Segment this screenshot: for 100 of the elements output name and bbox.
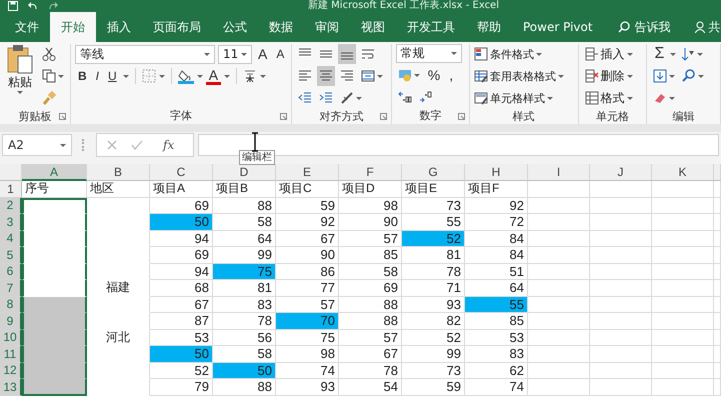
save-icon[interactable] — [8, 1, 18, 11]
caret-icon[interactable] — [558, 74, 564, 78]
paste-button[interactable]: 粘贴 — [4, 44, 36, 108]
conditional-format-button[interactable]: 条件格式 — [474, 44, 564, 64]
table-cell — [652, 230, 714, 247]
caret-icon[interactable] — [450, 52, 457, 55]
italic-button[interactable]: I — [92, 66, 102, 86]
format-cells-button[interactable]: 格式 — [582, 88, 634, 108]
comma-button[interactable]: , — [446, 65, 456, 85]
percent-button[interactable]: % — [424, 65, 444, 85]
caret-icon[interactable] — [626, 96, 632, 100]
row-header[interactable]: 3 — [0, 214, 22, 230]
row-header[interactable]: 2 — [0, 198, 22, 214]
row-header[interactable]: 5 — [0, 247, 22, 264]
caret-icon[interactable] — [697, 52, 704, 56]
insert-function-button[interactable]: fx — [157, 137, 180, 153]
name-box[interactable]: A2 — [2, 134, 72, 156]
caret-icon[interactable] — [356, 96, 362, 100]
row-header[interactable]: 4 — [0, 230, 22, 247]
delete-cells-button[interactable]: 删除 — [582, 66, 634, 86]
align-bottom-button[interactable] — [338, 44, 356, 64]
tell-me-field[interactable]: 告诉我 — [634, 20, 695, 34]
caret-icon[interactable] — [698, 74, 704, 78]
row-header[interactable]: 12 — [0, 362, 22, 379]
caret-icon[interactable] — [669, 96, 676, 100]
share-button[interactable]: 共 — [694, 12, 721, 42]
ribbon-tab[interactable]: 插入 — [96, 12, 142, 42]
caret-icon[interactable] — [260, 74, 266, 78]
ribbon-tab[interactable]: 数据 — [258, 12, 304, 42]
row-header[interactable]: 6 — [0, 264, 22, 280]
ribbon-tab[interactable]: 文件 — [4, 12, 50, 42]
phonetic-guide-icon[interactable] — [243, 69, 258, 83]
ribbon-tab[interactable]: 开发工具 — [396, 12, 466, 42]
font-size-field[interactable]: 11 — [218, 44, 252, 64]
fill-bucket-icon[interactable] — [178, 68, 194, 84]
underline-button[interactable]: U — [105, 66, 120, 86]
redo-icon[interactable] — [48, 1, 58, 11]
row-header[interactable]: 13 — [0, 379, 22, 396]
column-header[interactable]: D — [213, 164, 276, 181]
align-center-button[interactable] — [317, 66, 336, 86]
row-header[interactable]: 8 — [0, 296, 22, 313]
search-icon[interactable] — [618, 21, 630, 33]
ribbon-tab[interactable]: 帮助 — [466, 12, 512, 42]
table-format-button[interactable]: 套用表格格式 — [474, 66, 564, 86]
insert-cells-button[interactable]: 插入 — [582, 44, 634, 64]
column-header[interactable]: K — [652, 164, 714, 181]
undo-icon[interactable] — [28, 1, 38, 11]
font-color-button[interactable]: A — [206, 67, 222, 85]
caret-icon[interactable] — [122, 74, 129, 78]
ribbon-tab[interactable]: 公式 — [212, 12, 258, 42]
column-header[interactable]: I — [528, 164, 590, 181]
row-header[interactable]: 11 — [0, 346, 22, 362]
ribbon-tab[interactable]: 页面布局 — [142, 12, 212, 42]
dialog-launcher-icon[interactable] — [380, 113, 387, 120]
caret-icon[interactable] — [669, 74, 676, 78]
row-header[interactable]: 7 — [0, 280, 22, 296]
autosum-button[interactable]: Σ — [651, 44, 668, 64]
column-header[interactable]: F — [339, 164, 402, 181]
ribbon-tab[interactable]: 开始 — [50, 12, 96, 42]
column-header[interactable]: B — [87, 164, 150, 181]
cell-style-button[interactable]: 单元格样式 — [474, 88, 564, 108]
shrink-font-button[interactable]: A — [273, 44, 288, 64]
dialog-launcher-icon[interactable] — [458, 113, 465, 120]
row-header[interactable]: 10 — [0, 330, 22, 346]
caret-icon[interactable] — [60, 144, 66, 146]
row-header[interactable]: 9 — [0, 313, 22, 330]
caret-icon[interactable] — [196, 74, 203, 78]
caret-icon[interactable] — [536, 52, 542, 56]
grow-font-button[interactable]: A — [255, 44, 270, 64]
caret-icon[interactable] — [546, 96, 553, 100]
ribbon-tab[interactable]: 视图 — [350, 12, 396, 42]
caret-icon[interactable] — [241, 52, 247, 56]
caret-icon[interactable] — [414, 74, 420, 76]
caret-icon[interactable] — [377, 74, 384, 78]
dialog-launcher-icon[interactable] — [59, 113, 66, 120]
caret-icon[interactable] — [224, 74, 230, 78]
caret-icon[interactable] — [17, 91, 23, 94]
caret-icon[interactable] — [204, 52, 210, 56]
column-header[interactable]: J — [590, 164, 652, 181]
ribbon-tab[interactable]: 审阅 — [304, 12, 350, 42]
column-header[interactable]: E — [276, 164, 339, 181]
table-cell — [652, 280, 714, 296]
dialog-launcher-icon[interactable] — [280, 113, 288, 120]
caret-icon[interactable] — [58, 74, 64, 78]
column-header[interactable]: A — [22, 164, 87, 181]
bold-button[interactable]: B — [75, 66, 90, 86]
font-name-field[interactable]: 等线 — [75, 44, 215, 64]
column-header[interactable]: H — [465, 164, 528, 181]
check-icon[interactable] — [131, 140, 143, 150]
caret-icon[interactable] — [626, 52, 632, 56]
caret-icon[interactable] — [626, 74, 632, 78]
ribbon-tab[interactable]: Power Pivot — [512, 12, 604, 42]
number-format-field[interactable]: 常规 — [396, 44, 462, 63]
border-icon[interactable] — [142, 69, 156, 83]
caret-icon[interactable] — [670, 52, 676, 56]
caret-icon[interactable] — [158, 74, 165, 78]
column-header[interactable]: G — [402, 164, 465, 181]
column-header[interactable]: C — [150, 164, 213, 181]
row-header[interactable]: 1 — [0, 181, 22, 198]
table-cell — [652, 346, 714, 362]
